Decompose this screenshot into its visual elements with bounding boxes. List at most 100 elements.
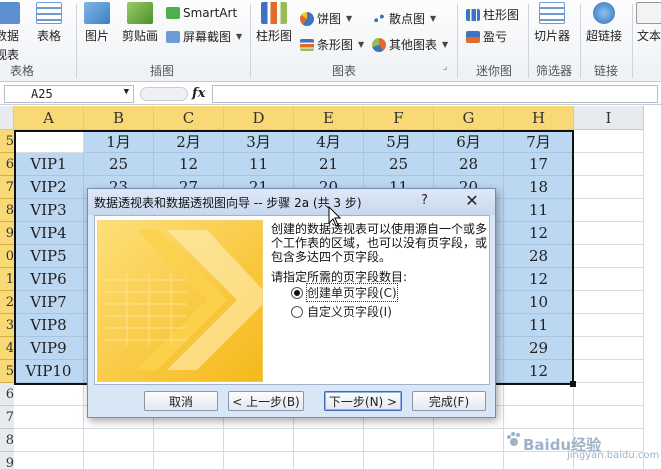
cell[interactable] xyxy=(294,429,364,452)
row-header[interactable]: 8 xyxy=(0,199,14,222)
cell[interactable] xyxy=(84,429,154,452)
cell[interactable] xyxy=(574,314,644,337)
cell[interactable]: 5月 xyxy=(364,130,434,153)
cell[interactable] xyxy=(224,452,294,469)
close-icon[interactable]: ✕ xyxy=(458,191,486,211)
cell[interactable]: VIP10 xyxy=(14,360,84,383)
cell[interactable] xyxy=(574,130,644,153)
row-header[interactable]: 8 xyxy=(0,429,14,452)
cell[interactable]: 11 xyxy=(504,199,574,222)
row-header[interactable]: 1 xyxy=(0,268,14,291)
cell[interactable]: 7月 xyxy=(504,130,574,153)
column-header[interactable]: G xyxy=(434,106,504,130)
column-header[interactable]: E xyxy=(294,106,364,130)
cell[interactable] xyxy=(574,245,644,268)
cell[interactable] xyxy=(14,130,84,153)
cell[interactable] xyxy=(574,383,644,406)
radio-icon[interactable] xyxy=(291,305,303,318)
dialog-titlebar[interactable]: 数据透视表和数据透视图向导 -- 步骤 2a (共 3 步) xyxy=(88,189,495,215)
cell[interactable]: 12 xyxy=(504,360,574,383)
cell[interactable]: VIP2 xyxy=(14,176,84,199)
cell[interactable]: 28 xyxy=(434,153,504,176)
cell[interactable]: 12 xyxy=(504,222,574,245)
row-header[interactable]: 0 xyxy=(0,245,14,268)
cell[interactable]: VIP3 xyxy=(14,199,84,222)
cell[interactable]: VIP5 xyxy=(14,245,84,268)
cell[interactable]: 25 xyxy=(364,153,434,176)
pivot-table-button[interactable]: 数据 视表 xyxy=(0,2,20,63)
smartart-button[interactable]: SmartArt xyxy=(166,6,237,20)
cell[interactable] xyxy=(504,383,574,406)
cell[interactable]: 11 xyxy=(224,153,294,176)
cell[interactable]: 2月 xyxy=(154,130,224,153)
cell[interactable] xyxy=(224,429,294,452)
formula-bar-divider[interactable] xyxy=(140,87,188,101)
cell[interactable]: 25 xyxy=(84,153,154,176)
column-header[interactable]: C xyxy=(154,106,224,130)
column-header[interactable]: F xyxy=(364,106,434,130)
column-header[interactable]: I xyxy=(574,106,644,130)
sparkline-column-button[interactable]: 柱形图 xyxy=(466,6,519,23)
cell[interactable] xyxy=(14,383,84,406)
row-header[interactable]: 5 xyxy=(0,360,14,383)
other-charts-button[interactable]: 其他图表 ▼ xyxy=(372,36,448,53)
cell[interactable] xyxy=(574,199,644,222)
function-icon[interactable]: fx xyxy=(192,86,205,101)
row-header[interactable]: 5 xyxy=(0,130,14,153)
finish-button[interactable]: 完成(F) xyxy=(412,391,486,411)
cell[interactable] xyxy=(574,291,644,314)
cell[interactable] xyxy=(14,452,84,469)
row-header[interactable]: 9 xyxy=(0,222,14,245)
cell[interactable]: VIP1 xyxy=(14,153,84,176)
column-chart-button[interactable]: 柱形图 xyxy=(256,2,292,44)
table-button[interactable]: 表格 xyxy=(36,2,62,44)
row-header[interactable]: 2 xyxy=(0,291,14,314)
radio-icon-selected[interactable] xyxy=(291,286,303,299)
cell[interactable] xyxy=(574,360,644,383)
column-header[interactable]: D xyxy=(224,106,294,130)
cell[interactable]: 12 xyxy=(154,153,224,176)
cell[interactable]: 11 xyxy=(504,314,574,337)
cell[interactable] xyxy=(574,153,644,176)
column-header[interactable]: B xyxy=(84,106,154,130)
row-header[interactable]: 4 xyxy=(0,337,14,360)
cell[interactable] xyxy=(14,406,84,429)
cell[interactable] xyxy=(574,268,644,291)
cell[interactable] xyxy=(294,452,364,469)
cell[interactable]: 1月 xyxy=(84,130,154,153)
scatter-chart-button[interactable]: 散点图 ▼ xyxy=(372,10,436,27)
row-header[interactable]: 6 xyxy=(0,383,14,406)
slicer-button[interactable]: 切片器 xyxy=(534,2,570,44)
cell[interactable] xyxy=(154,429,224,452)
row-header[interactable]: 3 xyxy=(0,314,14,337)
dialog-launcher-icon[interactable]: ⌟ xyxy=(443,62,447,72)
cell[interactable]: VIP4 xyxy=(14,222,84,245)
cell[interactable]: 3月 xyxy=(224,130,294,153)
cell[interactable]: 12 xyxy=(504,268,574,291)
help-button[interactable]: ? xyxy=(421,193,428,208)
row-header[interactable]: 7 xyxy=(0,406,14,429)
cell[interactable]: VIP8 xyxy=(14,314,84,337)
radio-custom-page-fields[interactable]: 自定义页字段(I) xyxy=(291,303,392,320)
hyperlink-button[interactable]: 超链接 xyxy=(586,2,622,44)
cell[interactable]: 21 xyxy=(294,153,364,176)
cell[interactable]: 18 xyxy=(504,176,574,199)
select-all-corner[interactable] xyxy=(0,106,14,130)
fill-handle[interactable] xyxy=(570,381,576,387)
picture-button[interactable]: 图片 xyxy=(84,2,110,44)
sparkline-winloss-button[interactable]: 盈亏 xyxy=(466,28,507,45)
formula-input[interactable] xyxy=(212,85,658,103)
cell[interactable]: VIP7 xyxy=(14,291,84,314)
cell[interactable] xyxy=(364,452,434,469)
radio-single-page-field[interactable]: 创建单页字段(C) xyxy=(291,283,398,302)
cell[interactable]: 10 xyxy=(504,291,574,314)
cell[interactable] xyxy=(434,452,504,469)
cell[interactable]: 17 xyxy=(504,153,574,176)
name-box[interactable]: A25 ▼ xyxy=(4,85,134,103)
clipart-button[interactable]: 剪贴画 xyxy=(122,2,158,44)
cell[interactable] xyxy=(574,337,644,360)
row-header[interactable]: 9 xyxy=(0,452,14,469)
cell[interactable]: VIP6 xyxy=(14,268,84,291)
cell[interactable]: 6月 xyxy=(434,130,504,153)
cell[interactable] xyxy=(364,429,434,452)
